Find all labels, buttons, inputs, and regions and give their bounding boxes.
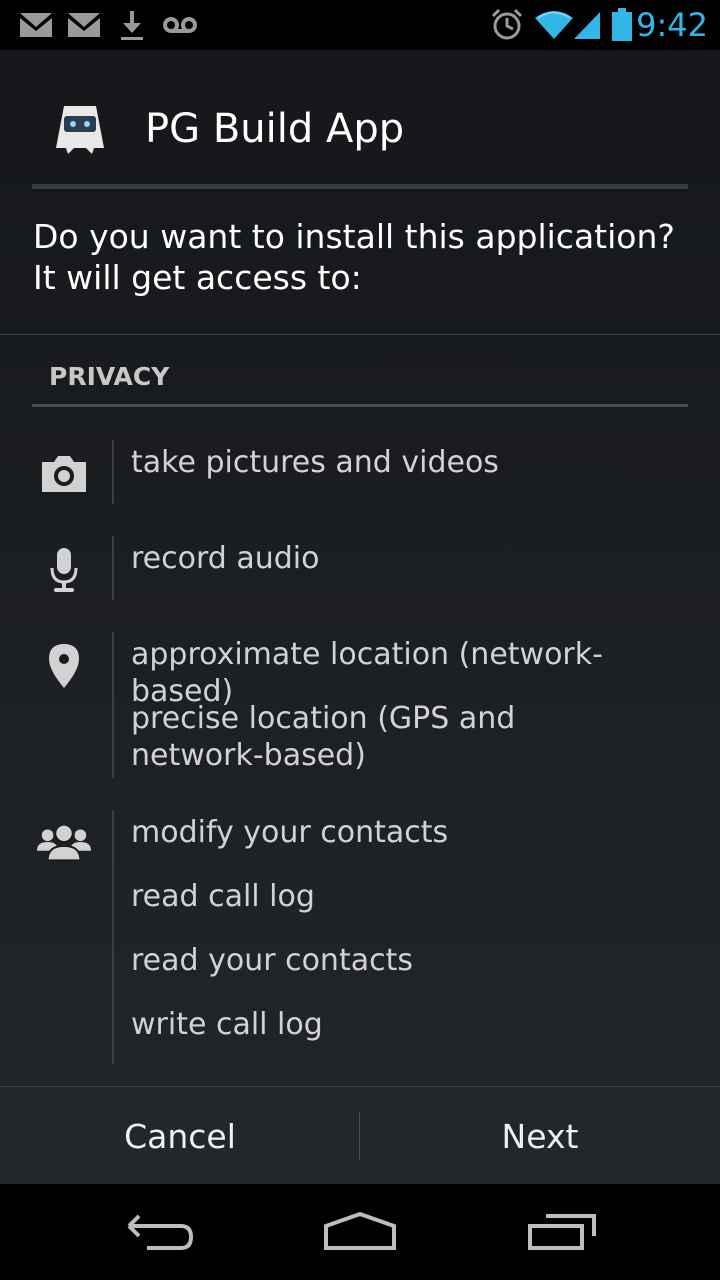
battery-icon [610, 8, 634, 42]
permission-item: write call log [131, 1007, 323, 1042]
install-dialog: PG Build App Do you want to install this… [0, 50, 720, 1184]
permission-item: precise location (GPS and network-based) [131, 701, 516, 773]
header-divider [32, 184, 688, 189]
permission-item: read your contacts [131, 943, 413, 978]
group-line [112, 632, 114, 778]
permission-item: read call log [131, 879, 315, 914]
alarm-icon [490, 8, 524, 42]
app-title: PG Build App [145, 106, 405, 152]
location-pin-icon [36, 638, 92, 694]
gmail-icon [66, 8, 102, 42]
contacts-icon [36, 814, 92, 870]
permission-group-microphone: record audio [0, 534, 720, 600]
permission-group-camera: take pictures and videos [0, 438, 720, 504]
section-heading-privacy: PRIVACY [49, 362, 170, 391]
group-line [112, 440, 114, 504]
app-icon [50, 98, 110, 158]
recents-icon[interactable] [512, 1204, 612, 1260]
permission-item: approximate location (network-based) [131, 637, 603, 709]
install-question: Do you want to install this application?… [33, 217, 675, 297]
voicemail-icon [162, 8, 198, 42]
group-line [112, 810, 114, 1064]
button-bar: Cancel Next [0, 1086, 720, 1184]
signal-icon [572, 8, 602, 42]
permission-item: take pictures and videos [131, 445, 499, 480]
permission-item: modify your contacts [131, 815, 449, 850]
next-button[interactable]: Next [360, 1087, 720, 1185]
cancel-button[interactable]: Cancel [0, 1087, 360, 1185]
navigation-bar [0, 1184, 720, 1280]
permission-group-location: approximate location (network-based) pre… [0, 630, 720, 778]
download-icon [118, 8, 146, 42]
permission-item: record audio [131, 541, 320, 576]
microphone-icon [36, 542, 92, 598]
group-line [112, 536, 114, 600]
status-bar: 9:42 [0, 0, 720, 50]
permission-group-contacts: modify your contacts read call log read … [0, 808, 720, 1064]
back-icon[interactable] [110, 1204, 210, 1260]
clock: 9:42 [636, 6, 708, 44]
camera-icon [36, 446, 92, 502]
wifi-icon [534, 8, 574, 42]
home-icon[interactable] [310, 1204, 410, 1260]
gmail-icon [18, 8, 54, 42]
section-divider [0, 334, 720, 335]
app-header: PG Build App [0, 50, 720, 186]
section-heading-divider [32, 404, 688, 407]
